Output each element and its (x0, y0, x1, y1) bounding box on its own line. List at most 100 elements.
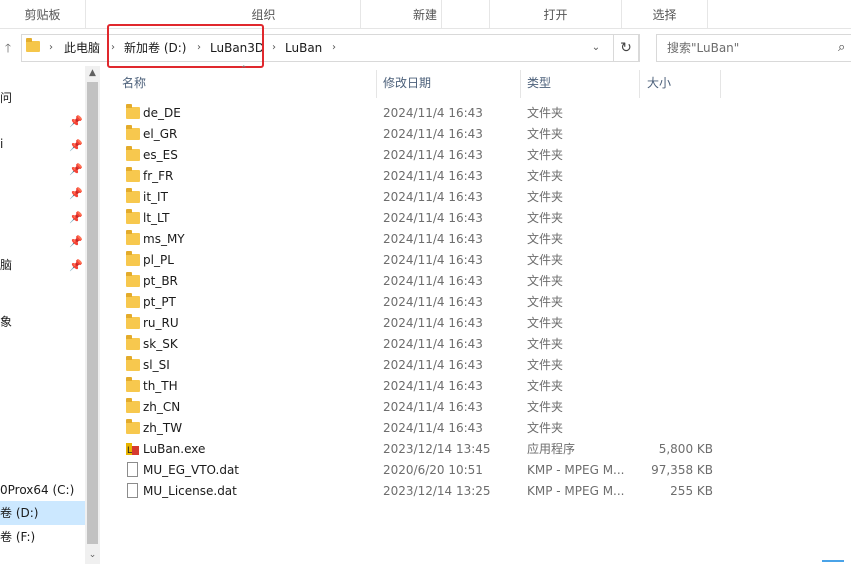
nav-item-drive-d[interactable]: 卷 (D:) (0, 503, 38, 523)
file-type: 文件夹 (527, 400, 564, 414)
highlight-annotation (107, 24, 264, 68)
column-divider[interactable] (376, 70, 377, 98)
file-name: el_GR (143, 127, 178, 141)
nav-item-drive-c[interactable]: 0Prox64 (C:) (0, 480, 74, 500)
search-input[interactable]: 搜索"LuBan" ⌕ (656, 34, 851, 62)
folder-icon (126, 209, 140, 224)
file-row[interactable]: de_DE 2024/11/4 16:43 文件夹 (120, 103, 720, 124)
file-type: 文件夹 (527, 148, 564, 162)
file-row[interactable]: MU_EG_VTO.dat 2020/6/20 10:51 KMP - MPEG M… (120, 460, 720, 481)
file-size (635, 355, 713, 376)
pin-icon: 📌 (69, 259, 83, 272)
breadcrumb-this-pc[interactable]: 此电脑 (64, 35, 100, 61)
folder-icon (126, 398, 140, 413)
file-row[interactable]: zh_TW 2024/11/4 16:43 文件夹 (120, 418, 720, 439)
file-name: pt_BR (143, 274, 178, 288)
scroll-down-icon[interactable]: ⌄ (85, 548, 100, 562)
file-size: 97,358 KB (651, 463, 713, 477)
file-date: 2024/11/4 16:43 (383, 148, 483, 162)
nav-item-drive-f[interactable]: 卷 (F:) (0, 527, 35, 547)
file-type: 文件夹 (527, 316, 564, 330)
file-row[interactable]: th_TH 2024/11/4 16:43 文件夹 (120, 376, 720, 397)
file-date: 2024/11/4 16:43 (383, 400, 483, 414)
file-row[interactable]: fr_FR 2024/11/4 16:43 文件夹 (120, 166, 720, 187)
chevron-down-icon[interactable]: ⌄ (586, 35, 606, 61)
navigation-pane: 问 📌 i 📌 📌 📌 📌 📌 📌 脑 象 0Prox64 (C:) 卷 (D:… (0, 66, 100, 564)
folder-icon (126, 293, 140, 308)
ribbon-group-clipboard[interactable]: 剪贴板 (0, 0, 86, 28)
file-type: 应用程序 (527, 442, 576, 456)
nav-item-objects[interactable]: 象 (0, 312, 12, 332)
nav-item-quick-access[interactable]: 问 (0, 88, 12, 108)
file-name: zh_TW (143, 421, 183, 435)
file-row[interactable]: ms_MY 2024/11/4 16:43 文件夹 (120, 229, 720, 250)
folder-icon (126, 104, 140, 119)
search-placeholder: 搜索"LuBan" (667, 41, 740, 55)
file-date: 2024/11/4 16:43 (383, 421, 483, 435)
file-row[interactable]: MU_License.dat 2023/12/14 13:25 KMP - MPEG… (120, 481, 720, 502)
refresh-icon[interactable]: ↻ (613, 34, 639, 62)
chevron-right-icon[interactable]: › (272, 35, 276, 61)
file-row[interactable]: lt_LT 2024/11/4 16:43 文件夹 (120, 208, 720, 229)
file-name: MU_License.dat (143, 484, 237, 498)
file-date: 2024/11/4 16:43 (383, 169, 483, 183)
pin-icon: 📌 (69, 211, 83, 224)
ribbon-group-new[interactable]: 新建 (360, 0, 490, 28)
nav-item-this-pc[interactable]: 脑 (0, 255, 12, 275)
file-row[interactable]: pt_BR 2024/11/4 16:43 文件夹 (120, 271, 720, 292)
file-row[interactable]: it_IT 2024/11/4 16:43 文件夹 (120, 187, 720, 208)
file-name: fr_FR (143, 169, 174, 183)
file-row[interactable]: sk_SK 2024/11/4 16:43 文件夹 (120, 334, 720, 355)
file-type: 文件夹 (527, 253, 564, 267)
chevron-right-icon[interactable]: › (332, 35, 336, 61)
column-divider[interactable] (639, 70, 640, 98)
nav-scrollbar[interactable]: ▲ ⌄ (85, 66, 100, 564)
nav-item-quick-2[interactable]: i (0, 134, 3, 154)
file-row[interactable]: es_ES 2024/11/4 16:43 文件夹 (120, 145, 720, 166)
file-size (635, 271, 713, 292)
file-row[interactable]: L LuBan.exe 2023/12/14 13:45 应用程序 5,800 KB (120, 439, 720, 460)
file-row[interactable]: pt_PT 2024/11/4 16:43 文件夹 (120, 292, 720, 313)
file-type: 文件夹 (527, 274, 564, 288)
folder-icon (126, 314, 140, 329)
column-header-size[interactable]: 大小 (647, 70, 671, 96)
column-header-type[interactable]: 类型 (527, 70, 551, 96)
file-type: 文件夹 (527, 337, 564, 351)
file-size (635, 418, 713, 439)
ribbon-group-select[interactable]: 选择 (622, 0, 708, 28)
up-arrow-icon[interactable]: 🡑 (0, 38, 16, 58)
scroll-thumb[interactable] (87, 82, 98, 544)
file-name: zh_CN (143, 400, 181, 414)
folder-icon (126, 188, 140, 203)
file-row[interactable]: pl_PL 2024/11/4 16:43 文件夹 (120, 250, 720, 271)
file-name: sk_SK (143, 337, 178, 351)
breadcrumb-luban[interactable]: LuBan (285, 35, 322, 61)
folder-icon (126, 419, 140, 434)
file-type: 文件夹 (527, 358, 564, 372)
file-row[interactable]: zh_CN 2024/11/4 16:43 文件夹 (120, 397, 720, 418)
column-header-name[interactable]: 名称 (122, 70, 146, 96)
file-row[interactable]: el_GR 2024/11/4 16:43 文件夹 (120, 124, 720, 145)
file-size (635, 187, 713, 208)
file-name: de_DE (143, 106, 181, 120)
file-date: 2024/11/4 16:43 (383, 253, 483, 267)
file-type: 文件夹 (527, 232, 564, 246)
file-type: 文件夹 (527, 190, 564, 204)
column-divider[interactable] (520, 70, 521, 98)
column-divider[interactable] (720, 70, 721, 98)
svg-text:L: L (127, 446, 132, 456)
search-icon[interactable]: ⌕ (838, 35, 845, 61)
file-row[interactable]: ru_RU 2024/11/4 16:43 文件夹 (120, 313, 720, 334)
scroll-up-icon[interactable]: ▲ (85, 66, 100, 80)
file-date: 2020/6/20 10:51 (383, 463, 483, 477)
folder-icon (126, 377, 140, 392)
ribbon-group-open[interactable]: 打开 (490, 0, 622, 28)
file-name: sl_SI (143, 358, 170, 372)
file-date: 2024/11/4 16:43 (383, 379, 483, 393)
column-header-date[interactable]: 修改日期 (383, 70, 431, 96)
file-type: 文件夹 (527, 211, 564, 225)
file-row[interactable]: sl_SI 2024/11/4 16:43 文件夹 (120, 355, 720, 376)
file-type: 文件夹 (527, 106, 564, 120)
file-name: LuBan.exe (143, 442, 206, 456)
pin-icon: 📌 (69, 163, 83, 176)
